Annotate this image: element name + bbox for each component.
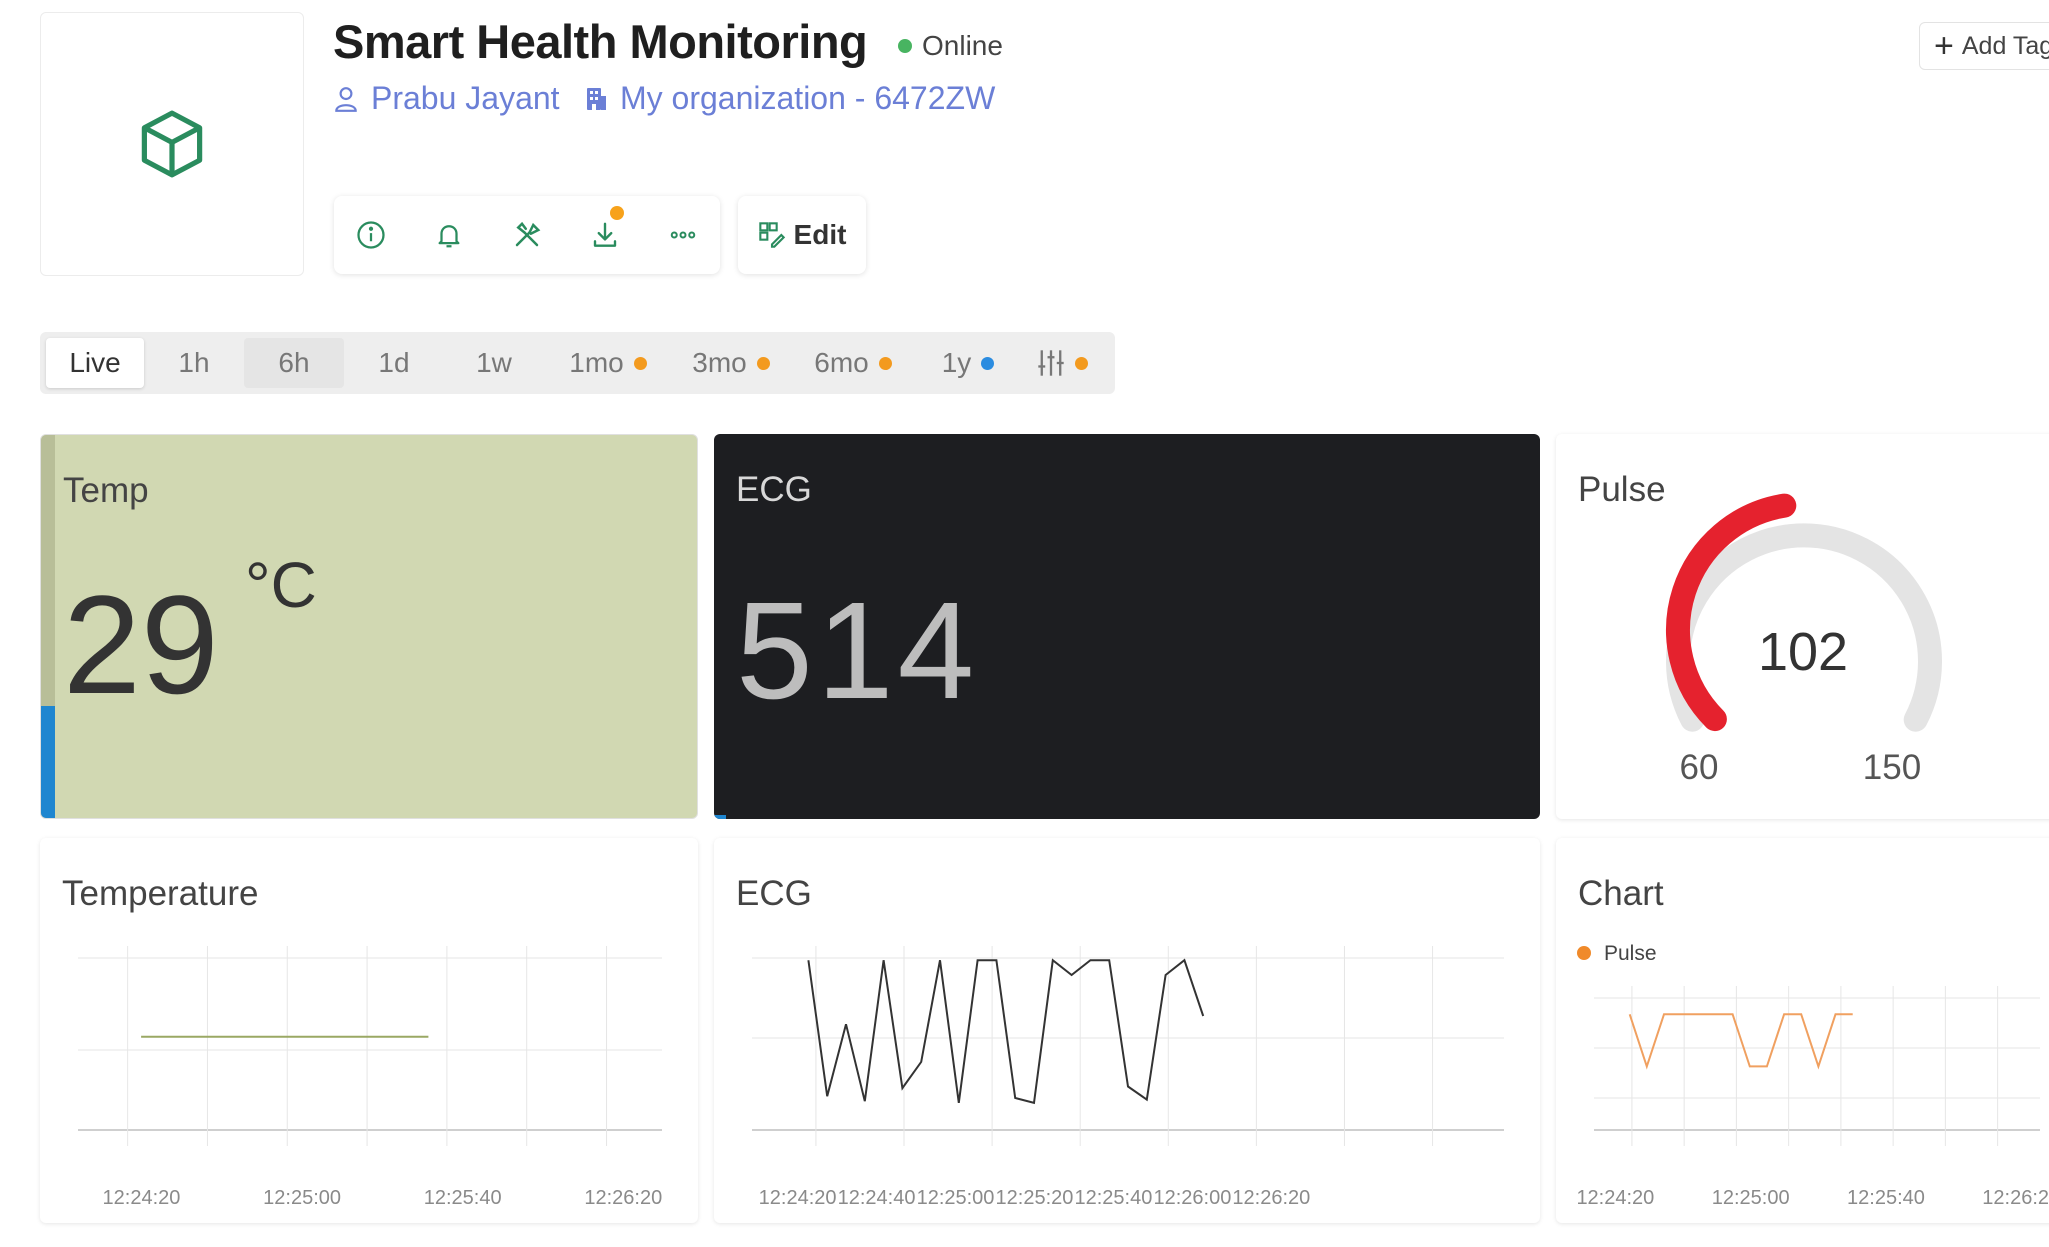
range-1h[interactable]: 1h <box>144 338 244 388</box>
time-range-selector: Live 1h 6h 1d 1w 1mo 3mo 6mo 1y <box>40 332 1115 394</box>
device-logo <box>40 12 304 276</box>
range-6h[interactable]: 6h <box>244 338 344 388</box>
temperature-chart: 12:24:20 12:25:00 12:25:40 12:26:20 <box>78 946 662 1209</box>
range-3mo[interactable]: 3mo <box>672 338 790 388</box>
series-line <box>807 958 1205 1105</box>
range-live[interactable]: Live <box>46 338 144 388</box>
premium-dot <box>1074 356 1088 370</box>
info-button[interactable] <box>352 216 390 254</box>
x-tick-label: 12:24:40 <box>838 1187 916 1209</box>
range-label: 3mo <box>692 347 747 378</box>
x-tick-label: 12:25:00 <box>1712 1187 1790 1209</box>
pulse-chart-widget[interactable]: Chart 12:24:2012:25:0012:25:4012:26:20Pu… <box>1556 838 2049 1223</box>
ecg-widget[interactable]: ECG 514 <box>714 434 1540 819</box>
pulse-gauge: 102 60 150 <box>1666 493 1942 787</box>
temp-unit: °C <box>245 549 317 621</box>
edit-label: Edit <box>793 219 847 250</box>
temp-value: 29 <box>63 566 219 723</box>
x-tick-label: 12:26:20 <box>1982 1187 2049 1209</box>
device-title: Smart Health Monitoring <box>333 15 868 68</box>
x-tick-label: 12:24:20 <box>103 1187 181 1209</box>
x-tick-label: 12:26:00 <box>1153 1187 1231 1209</box>
range-label: 6h <box>278 347 310 378</box>
widget-title: Temp <box>63 471 149 510</box>
legend-label: Pulse <box>1604 942 1657 965</box>
notifications-button[interactable] <box>430 216 468 254</box>
level-indicator <box>714 815 726 819</box>
custom-range-button[interactable] <box>1020 338 1104 388</box>
tools-icon <box>515 221 541 247</box>
ecg-value: 514 <box>736 574 979 728</box>
range-1d[interactable]: 1d <box>344 338 444 388</box>
add-tag-label: Add Tag <box>1961 31 2049 60</box>
range-label: 1mo <box>569 347 624 378</box>
series-line <box>1628 1013 1853 1070</box>
organization-name: My organization - 6472ZW <box>620 80 996 116</box>
x-tick-label: 12:25:00 <box>917 1187 995 1209</box>
status-badge: Online <box>898 30 1003 62</box>
info-icon <box>357 221 385 249</box>
legend-marker <box>1577 946 1591 960</box>
range-1y[interactable]: 1y <box>918 338 1018 388</box>
organization-link[interactable]: My organization - 6472ZW <box>584 80 995 117</box>
pulse-chart: 12:24:20 12:25:00 12:25:40 12:26:20 Pulse <box>1576 942 2049 1209</box>
status-dot-icon <box>898 39 912 53</box>
more-icon <box>670 231 696 239</box>
x-tick-label: 12:26:20 <box>1232 1187 1310 1209</box>
x-tick-label: 12:25:20 <box>996 1187 1074 1209</box>
sliders-icon <box>1037 350 1064 376</box>
premium-dot <box>633 356 647 370</box>
pulse-widget[interactable]: Pulse 102 60 150 <box>1556 434 2049 819</box>
gauge-max: 150 <box>1863 748 1921 787</box>
widget-title: ECG <box>736 470 812 509</box>
download-icon <box>593 222 617 247</box>
dashboard-edit-icon <box>758 222 785 248</box>
range-label: 1w <box>476 347 512 378</box>
temperature-chart-widget[interactable]: Temperature 12:24:20 12:25:00 12:25:40 12:2… <box>40 838 698 1223</box>
range-label: Live <box>69 347 121 378</box>
plus-icon: + <box>1934 27 1954 65</box>
tools-button[interactable] <box>508 216 546 254</box>
user-icon <box>335 86 357 112</box>
x-tick-label: 12:25:40 <box>1075 1187 1153 1209</box>
owner-link[interactable]: Prabu Jayant <box>333 80 560 117</box>
add-tag-button[interactable]: + Add Tag <box>1919 22 2049 70</box>
ecg-chart-widget[interactable]: ECG 12:24:20 12:24:40 12:25:00 12:25:20 12:2… <box>714 838 1540 1223</box>
range-label: 1d <box>378 347 410 378</box>
range-1mo[interactable]: 1mo <box>550 338 666 388</box>
range-label: 1h <box>178 347 210 378</box>
x-tick-label: 12:25:00 <box>263 1187 341 1209</box>
cube-icon <box>141 110 203 178</box>
device-toolbar <box>334 196 720 274</box>
premium-dot <box>878 356 892 370</box>
x-tick-label: 12:25:40 <box>424 1187 502 1209</box>
ecg-chart: 12:24:20 12:24:40 12:25:00 12:25:20 12:25:40… <box>752 946 1504 1209</box>
x-tick-label: 12:25:40 <box>1847 1187 1925 1209</box>
x-tick-label: 12:24:20 <box>759 1187 837 1209</box>
edit-button[interactable]: Edit <box>738 196 866 274</box>
more-button[interactable] <box>664 216 702 254</box>
x-tick-label: 12:26:20 <box>584 1187 662 1209</box>
download-badge <box>610 206 624 220</box>
owner-name: Prabu Jayant <box>371 80 560 116</box>
bell-icon <box>438 225 460 248</box>
range-label: 1y <box>941 347 972 378</box>
level-indicator <box>41 706 55 818</box>
temp-widget[interactable]: Temp 29 °C <box>40 434 698 819</box>
x-tick-label: 12:24:20 <box>1576 1187 1654 1209</box>
building-icon <box>587 87 606 110</box>
range-6mo[interactable]: 6mo <box>794 338 912 388</box>
gauge-min: 60 <box>1680 748 1719 787</box>
premium-dot <box>756 356 770 370</box>
range-1w[interactable]: 1w <box>444 338 544 388</box>
download-button[interactable] <box>586 216 624 254</box>
feature-dot <box>981 356 995 370</box>
status-label: Online <box>922 30 1003 61</box>
gauge-value: 102 <box>1758 622 1848 682</box>
range-label: 6mo <box>814 347 869 378</box>
